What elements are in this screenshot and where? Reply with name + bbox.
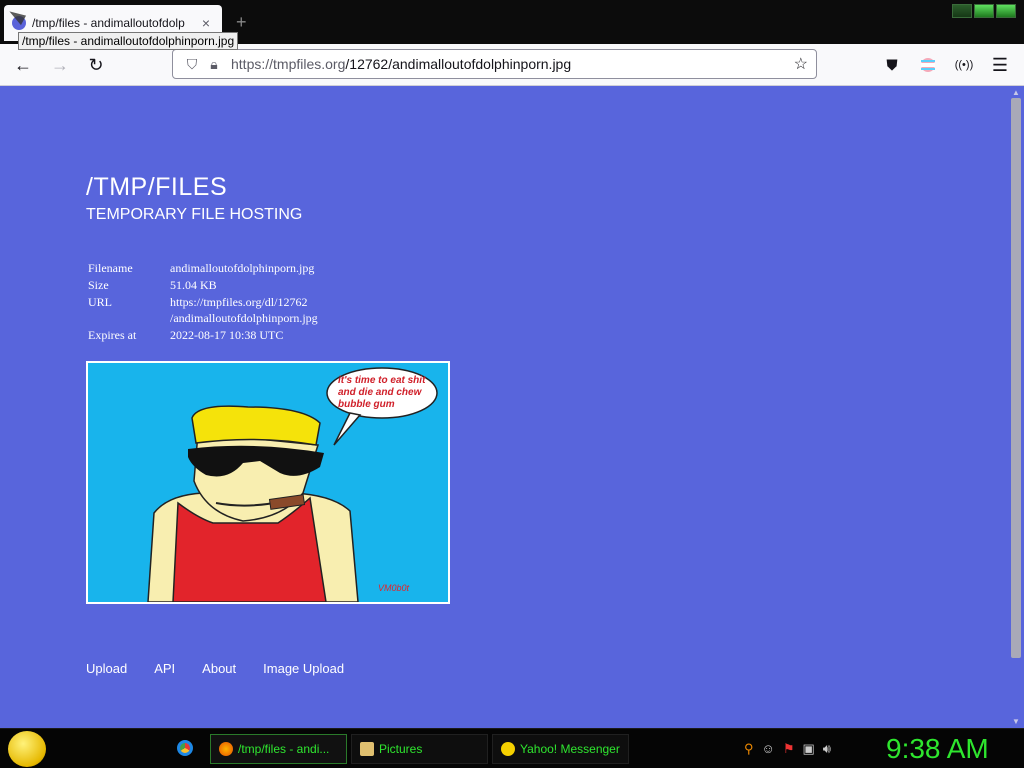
info-label: Size [88, 278, 109, 292]
chrome-icon[interactable] [177, 740, 193, 756]
firefox-icon [219, 742, 233, 756]
flag-icon[interactable]: ⚑ [783, 741, 795, 757]
footer-nav: Upload API About Image Upload [86, 661, 344, 676]
footer-link-about[interactable]: About [202, 661, 236, 676]
footer-link-api[interactable]: API [154, 661, 175, 676]
footer-link-upload[interactable]: Upload [86, 661, 127, 676]
taskbar-button-yahoo[interactable]: Yahoo! Messenger [492, 734, 629, 764]
taskbar-label: Yahoo! Messenger [520, 742, 620, 756]
system-tray: ⚲ ☺ ⚑ ▣ 🔊︎ [744, 741, 831, 757]
uploaded-image[interactable]: it's time to eat shit and die and chew b… [86, 361, 450, 604]
taskbar-label: Pictures [379, 742, 423, 756]
page-scrollbar[interactable]: ▲ ▼ [1008, 86, 1024, 728]
file-info-table: Filename andimalloutofdolphinporn.jpg Si… [88, 260, 340, 344]
pocket-icon[interactable]: ⛊ [879, 52, 905, 78]
info-label: Expires at [88, 328, 137, 342]
taskbar: /tmp/files - andi... Pictures Yahoo! Mes… [0, 728, 1024, 768]
forward-button[interactable]: → [47, 52, 73, 78]
url-host: https://tmpfiles.org [231, 56, 346, 72]
messenger-tray-icon[interactable]: ☺ [762, 741, 775, 757]
account-icon[interactable] [915, 52, 941, 78]
speech-text-3: bubble gum [338, 399, 395, 410]
taskbar-label: /tmp/files - andi... [238, 742, 330, 756]
tab-tooltip: /tmp/files - andimalloutofdolphinporn.jp… [18, 32, 239, 50]
site-title: /TMP/FILES [86, 173, 228, 201]
clock[interactable]: 9:38 AM [886, 733, 989, 765]
site-subtitle: TEMPORARY FILE HOSTING [86, 206, 303, 223]
scroll-up-icon[interactable]: ▲ [1012, 88, 1020, 97]
info-row-url: URL https://tmpfiles.org/dl/12762 /andim… [88, 294, 340, 326]
window-controls [952, 4, 1016, 18]
speech-text-2: and die and chew [338, 387, 423, 398]
info-label: URL [88, 295, 112, 309]
speech-text-1: it's time to eat shit [338, 375, 426, 386]
info-value: 51.04 KB [170, 278, 217, 292]
url-bar[interactable]: ⛉ 🔒︎ https://tmpfiles.org/12762/andimall… [172, 49, 817, 79]
minimize-button[interactable] [952, 4, 972, 18]
maximize-button[interactable] [974, 4, 994, 18]
info-row-size: Size 51.04 KB [88, 277, 340, 293]
back-button[interactable]: ← [10, 52, 36, 78]
lock-icon[interactable]: 🔒︎ [203, 56, 225, 73]
navigation-bar: ← → ↻ ⛉ 🔒︎ https://tmpfiles.org/12762/an… [0, 44, 1024, 86]
bookmark-star-icon[interactable]: ☆ [794, 54, 808, 74]
smiley-icon [501, 742, 515, 756]
scrollbar-thumb[interactable] [1011, 98, 1021, 658]
info-value: 2022-08-17 10:38 UTC [170, 328, 284, 342]
close-tab-icon[interactable]: × [198, 15, 214, 31]
info-value: andimalloutofdolphinporn.jpg [170, 261, 315, 275]
info-label: Filename [88, 261, 133, 275]
volume-icon[interactable]: 🔊︎ [823, 741, 831, 757]
tab-title: /tmp/files - andimalloutofdolp [32, 16, 185, 30]
footer-link-image-upload[interactable]: Image Upload [263, 661, 344, 676]
folder-icon [360, 742, 374, 756]
info-row-filename: Filename andimalloutofdolphinporn.jpg [88, 260, 340, 276]
start-button[interactable] [8, 731, 46, 767]
info-row-expires: Expires at 2022-08-17 10:38 UTC [88, 327, 340, 343]
extension-icon[interactable]: ((•)) [951, 52, 977, 78]
scroll-down-icon[interactable]: ▼ [1012, 717, 1020, 726]
close-window-button[interactable] [996, 4, 1016, 18]
artist-signature: VM0b0t [378, 583, 410, 593]
url-text[interactable]: https://tmpfiles.org/12762/andimalloutof… [231, 56, 794, 72]
shield-icon[interactable]: ⛉ [181, 56, 203, 73]
url-line-1[interactable]: https://tmpfiles.org/dl/12762 [170, 295, 307, 309]
menu-icon[interactable]: ☰ [987, 52, 1013, 78]
reload-button[interactable]: ↻ [83, 52, 109, 78]
network-icon[interactable]: ▣ [802, 741, 814, 757]
url-path: /12762/andimalloutofdolphinporn.jpg [345, 56, 572, 72]
info-url-link[interactable]: https://tmpfiles.org/dl/12762 /andimallo… [170, 294, 340, 326]
cartoon-drawing: it's time to eat shit and die and chew b… [147, 367, 438, 602]
search-icon[interactable]: ⚲ [744, 741, 754, 757]
taskbar-button-pictures[interactable]: Pictures [351, 734, 488, 764]
taskbar-button-firefox[interactable]: /tmp/files - andi... [210, 734, 347, 764]
url-line-2[interactable]: /andimalloutofdolphinporn.jpg [170, 311, 318, 325]
new-tab-button[interactable]: + [236, 12, 247, 33]
page-body: /TMP/FILES TEMPORARY FILE HOSTING Filena… [0, 86, 1008, 728]
